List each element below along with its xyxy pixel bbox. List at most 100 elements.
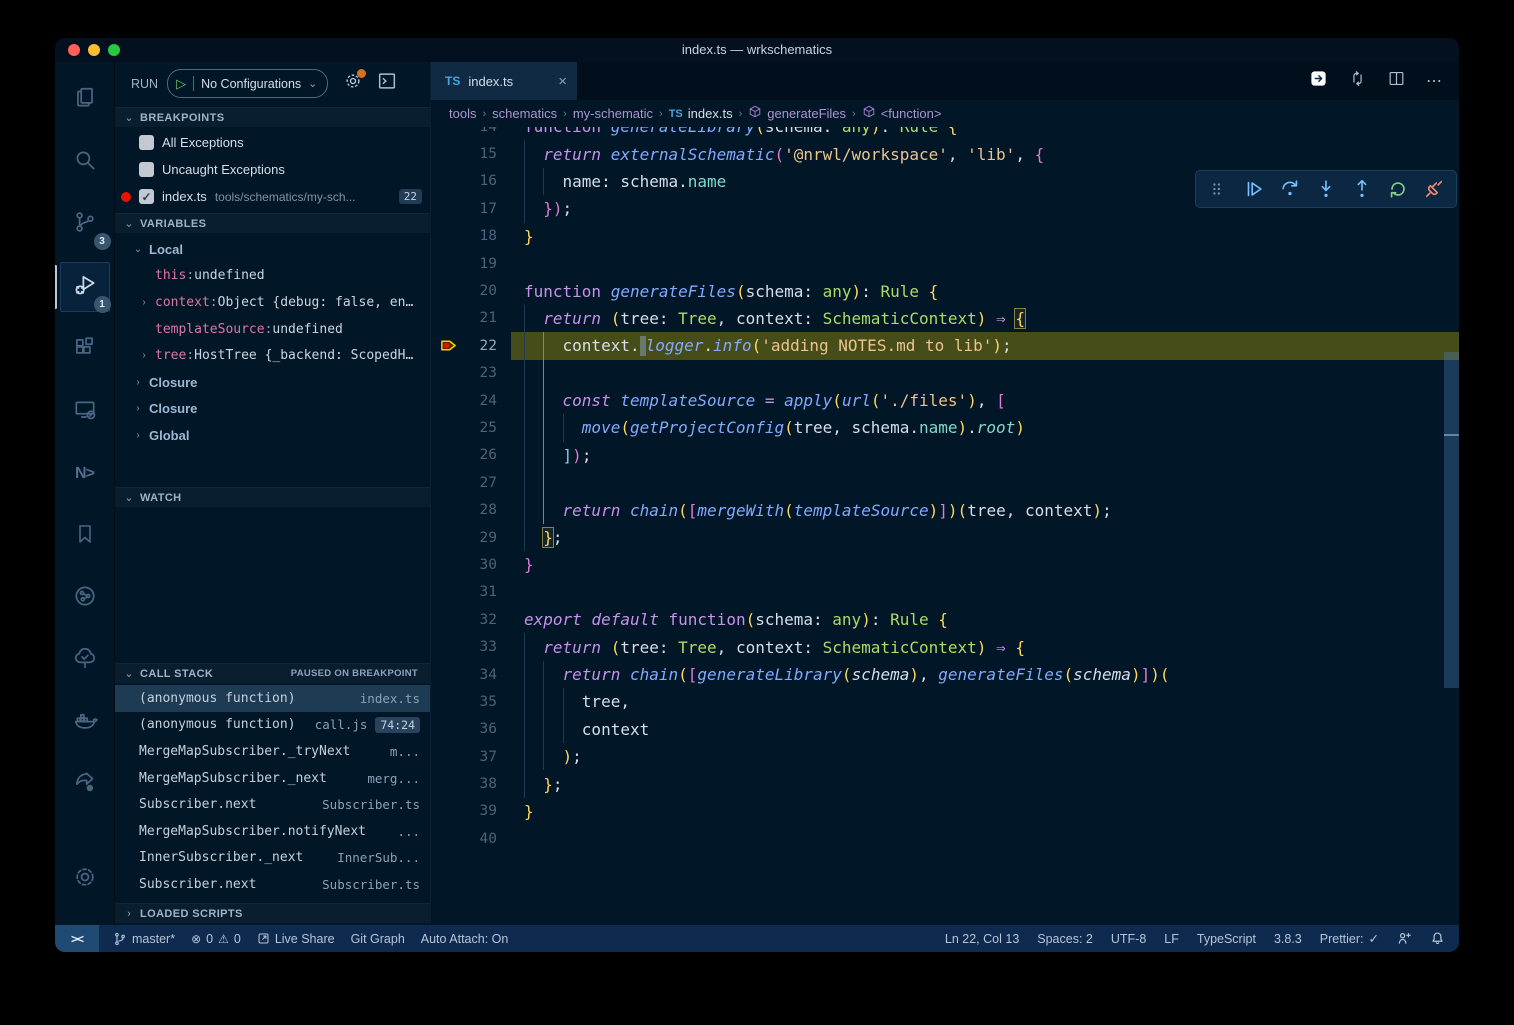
scrollbar-slider[interactable] xyxy=(1444,352,1459,688)
code-line[interactable]: 40 xyxy=(431,825,1459,852)
toolbar-grip-handle[interactable] xyxy=(1204,175,1232,203)
sidebar-item-source-control[interactable]: 3 xyxy=(61,200,109,248)
close-tab-icon[interactable]: × xyxy=(558,73,567,90)
code-line[interactable]: 22 context.logger.info('adding NOTES.md … xyxy=(431,332,1459,359)
variable-row[interactable]: templateSource: undefined xyxy=(115,316,430,343)
code-line-text[interactable]: ]); xyxy=(511,442,1459,469)
call-stack-frame[interactable]: (anonymous function)call.js74:24 xyxy=(115,712,430,739)
breadcrumb-item[interactable]: tools xyxy=(449,106,476,121)
variable-row[interactable]: ›tree: HostTree {_backend: ScopedH… xyxy=(115,342,430,369)
problems-status-item[interactable]: ⊗ 0 ⚠ 0 xyxy=(191,932,241,946)
feedback-button[interactable] xyxy=(1397,931,1412,946)
breadcrumb-item[interactable]: generateFiles xyxy=(748,105,846,122)
code-line[interactable]: 29 }; xyxy=(431,524,1459,551)
indentation-item[interactable]: Spaces: 2 xyxy=(1037,932,1093,946)
code-line[interactable]: 30} xyxy=(431,551,1459,578)
call-stack-frame[interactable]: Subscriber.nextSubscriber.ts xyxy=(115,791,430,818)
code-line-text[interactable]: return chain([mergeWith(templateSource)]… xyxy=(511,496,1459,523)
live-share-status-item[interactable]: Live Share xyxy=(257,932,335,946)
chevron-right-icon[interactable]: › xyxy=(131,377,145,388)
code-line-text[interactable] xyxy=(511,250,1459,277)
code-line[interactable]: 23 xyxy=(431,360,1459,387)
disconnect-button[interactable] xyxy=(1420,175,1448,203)
sidebar-item-nx-console[interactable]: N> xyxy=(61,450,109,498)
breakpoint-item[interactable]: Uncaught Exceptions xyxy=(115,156,430,183)
remote-indicator[interactable]: >< xyxy=(55,925,99,952)
more-actions-icon[interactable]: ⋯ xyxy=(1426,71,1443,91)
call-stack-frame[interactable]: MergeMapSubscriber._tryNextm... xyxy=(115,738,430,765)
code-line-text[interactable]: return chain([generateLibrary(schema), g… xyxy=(511,661,1459,688)
breakpoint-item[interactable]: All Exceptions xyxy=(115,129,430,156)
code-line-text[interactable]: const templateSource = apply(url('./file… xyxy=(511,387,1459,414)
code-line[interactable]: 15 return externalSchematic('@nrwl/works… xyxy=(431,140,1459,167)
variable-row[interactable]: ⌄Local xyxy=(115,236,430,263)
code-line-text[interactable]: } xyxy=(511,223,1459,250)
code-line[interactable]: 33 return (tree: Tree, context: Schemati… xyxy=(431,633,1459,660)
code-line-text[interactable]: return externalSchematic('@nrwl/workspac… xyxy=(511,140,1459,167)
code-line[interactable]: 39} xyxy=(431,798,1459,825)
breakpoints-section-header[interactable]: ⌄ BREAKPOINTS xyxy=(115,107,430,127)
sidebar-item-remote-explorer[interactable] xyxy=(61,388,109,436)
chevron-down-icon[interactable]: ⌄ xyxy=(131,244,145,255)
code-line-text[interactable] xyxy=(511,825,1459,852)
variable-row[interactable]: ›Closure xyxy=(115,396,430,423)
sidebar-item-git-graph[interactable] xyxy=(61,574,109,622)
call-stack-frame[interactable]: InnerSubscriber._nextInnerSub... xyxy=(115,845,430,872)
split-editor-icon[interactable] xyxy=(1387,69,1406,93)
breadcrumb-item[interactable]: <function> xyxy=(862,105,942,122)
sidebar-item-test-explorer[interactable] xyxy=(61,636,109,684)
chevron-right-icon[interactable]: › xyxy=(131,403,145,414)
step-over-button[interactable] xyxy=(1276,175,1304,203)
step-out-button[interactable] xyxy=(1348,175,1376,203)
code-line-text[interactable]: context xyxy=(511,716,1459,743)
variable-row[interactable]: ›Global xyxy=(115,422,430,449)
code-line[interactable]: 37 ); xyxy=(431,743,1459,770)
code-line[interactable]: 36 context xyxy=(431,716,1459,743)
chevron-right-icon[interactable]: › xyxy=(137,350,151,361)
code-line[interactable]: 27 xyxy=(431,469,1459,496)
sidebar-item-extensions[interactable] xyxy=(61,326,109,374)
code-line[interactable]: 26 ]); xyxy=(431,442,1459,469)
call-stack-frame[interactable]: MergeMapSubscriber._nextmerg... xyxy=(115,765,430,792)
continue-button[interactable] xyxy=(1240,175,1268,203)
code-line-text[interactable]: }; xyxy=(511,524,1459,551)
call-stack-frame[interactable]: (anonymous function)index.ts xyxy=(115,685,430,712)
code-line[interactable]: 20function generateFiles(schema: any): R… xyxy=(431,277,1459,304)
sidebar-item-docker[interactable] xyxy=(61,698,109,746)
launch-configuration-dropdown[interactable]: ▷ No Configurations ⌄ xyxy=(167,69,328,98)
code-line-text[interactable]: return (tree: Tree, context: SchematicCo… xyxy=(511,305,1459,332)
encoding-item[interactable]: UTF-8 xyxy=(1111,932,1146,946)
sidebar-item-live-share-ext[interactable] xyxy=(61,760,109,808)
code-line-text[interactable]: ); xyxy=(511,743,1459,770)
code-line-text[interactable] xyxy=(511,579,1459,606)
restart-button[interactable] xyxy=(1384,175,1412,203)
settings-button[interactable] xyxy=(61,855,109,903)
compare-changes-icon[interactable] xyxy=(1348,69,1367,93)
start-debug-icon[interactable]: ▷ xyxy=(176,76,186,92)
step-into-button[interactable] xyxy=(1312,175,1340,203)
code-line[interactable]: 14function generateLibrary(schema: any):… xyxy=(431,127,1459,140)
sidebar-item-explorer[interactable] xyxy=(61,76,109,124)
paused-breakpoint-icon[interactable] xyxy=(431,337,466,354)
debug-console-button[interactable] xyxy=(376,70,398,97)
call-stack-frame[interactable]: Subscriber.nextSubscriber.ts xyxy=(115,871,430,898)
code-line[interactable]: 25 move(getProjectConfig(tree, schema.na… xyxy=(431,414,1459,441)
cursor-position-item[interactable]: Ln 22, Col 13 xyxy=(945,932,1019,946)
code-line[interactable]: 35 tree, xyxy=(431,688,1459,715)
code-line[interactable]: 28 return chain([mergeWith(templateSourc… xyxy=(431,496,1459,523)
git-graph-status-item[interactable]: Git Graph xyxy=(351,932,405,946)
variables-section-header[interactable]: ⌄ VARIABLES xyxy=(115,213,430,233)
chevron-right-icon[interactable]: › xyxy=(131,430,145,441)
sidebar-item-search[interactable] xyxy=(61,138,109,186)
branch-status-item[interactable]: master* xyxy=(113,932,175,946)
code-line[interactable]: 21 return (tree: Tree, context: Schemati… xyxy=(431,305,1459,332)
sidebar-item-bookmarks[interactable] xyxy=(61,512,109,560)
code-line-text[interactable]: }; xyxy=(511,770,1459,797)
code-line[interactable]: 19 xyxy=(431,250,1459,277)
auto-attach-status-item[interactable]: Auto Attach: On xyxy=(421,932,509,946)
code-line-text[interactable] xyxy=(511,360,1459,387)
breakpoint-item[interactable]: ✓index.tstools/schematics/my-sch...22 xyxy=(115,183,430,210)
code-line-text[interactable]: } xyxy=(511,551,1459,578)
breadcrumb-item[interactable]: TSindex.ts xyxy=(669,106,733,121)
call-stack-section-header[interactable]: ⌄ CALL STACK PAUSED ON BREAKPOINT xyxy=(115,663,430,683)
